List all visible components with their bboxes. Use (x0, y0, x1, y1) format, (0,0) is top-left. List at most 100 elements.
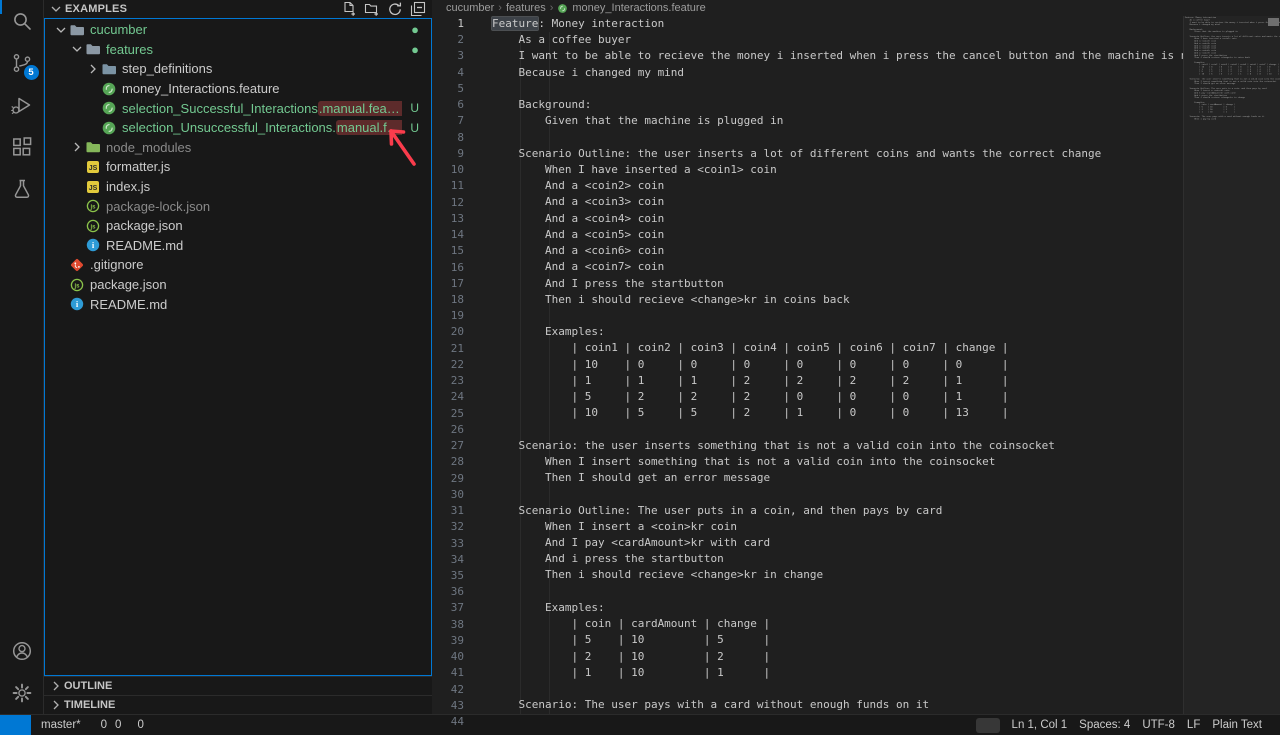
chevron-right-icon (85, 61, 101, 77)
code-line: And a <coin2> coin (492, 178, 1183, 194)
code-line: Because i changed my mind (492, 65, 1183, 81)
tree-item-index-js[interactable]: JSindex.js (45, 177, 431, 197)
file-tree: cucumber●features●step_definitionsmoney_… (44, 18, 432, 676)
tree-item-cucumber[interactable]: cucumber● (45, 20, 431, 40)
editor-group: cucumber › features › money_Interactions… (432, 0, 1280, 714)
indentation-setting[interactable]: Spaces: 4 (1073, 715, 1136, 735)
code-line (492, 421, 1183, 437)
tree-item-package-json[interactable]: jspackage.json (45, 275, 431, 295)
tree-item-label: cucumber (90, 22, 147, 37)
branch-name: master* (41, 719, 81, 731)
code-line: Then i should recieve <change>kr in coin… (492, 292, 1183, 308)
problems-status[interactable]: 0 0 (91, 715, 128, 735)
line-number: 35 (432, 568, 464, 584)
refresh-icon[interactable] (387, 1, 403, 17)
code-line: When I insert a <coin>kr coin (492, 519, 1183, 535)
activity-bar-bottom (0, 630, 44, 714)
breadcrumb-separator-icon: › (550, 2, 554, 14)
notifications-bell[interactable] (1268, 715, 1280, 735)
code-line (492, 130, 1183, 146)
line-number-gutter: 1234567891011121314151617181920212223242… (432, 16, 480, 714)
breadcrumb-item-folder[interactable]: cucumber (446, 2, 494, 14)
tree-item-features[interactable]: features● (45, 40, 431, 60)
new-folder-icon[interactable] (364, 1, 380, 17)
tree-item-label: .gitignore (90, 257, 143, 272)
line-number: 3 (432, 48, 464, 64)
tree-item-money-interactions-feature[interactable]: money_Interactions.feature (45, 79, 431, 99)
indent-spacer (69, 179, 85, 195)
explorer-section-header[interactable]: EXAMPLES (44, 0, 432, 18)
minimap[interactable]: Feature: Money interaction As a coffee b… (1183, 16, 1280, 714)
git-icon (69, 257, 85, 273)
cucumber-icon (101, 100, 117, 116)
line-number: 18 (432, 292, 464, 308)
activity-item-search[interactable] (0, 0, 44, 42)
line-number: 44 (432, 714, 464, 730)
code-line: | 2 | 10 | 2 | (492, 649, 1183, 665)
tree-item-step-definitions[interactable]: step_definitions (45, 59, 431, 79)
activity-item-source-control[interactable]: 5 (0, 42, 44, 84)
line-number: 42 (432, 682, 464, 698)
code-content[interactable]: Feature: Money interaction As a coffee b… (480, 16, 1183, 714)
chevron-right-icon (48, 678, 64, 694)
activity-bar: 5 (0, 0, 44, 714)
status-bar: master* 0 0 0 Ln 1, Col 1 Spaces: 4 UTF-… (0, 714, 1280, 735)
code-line: | 1 | 1 | 1 | 2 | 2 | 2 | 2 | 1 | (492, 373, 1183, 389)
new-file-icon[interactable] (341, 1, 357, 17)
line-number: 11 (432, 178, 464, 194)
ports-status[interactable]: 0 (127, 715, 149, 735)
line-number: 22 (432, 357, 464, 373)
code-line: Then I should get an error message (492, 470, 1183, 486)
eol-setting[interactable]: LF (1181, 715, 1206, 735)
chevron-right-icon (69, 139, 85, 155)
cursor-position[interactable]: Ln 1, Col 1 (1006, 715, 1074, 735)
scrollbar-thumb[interactable] (1268, 18, 1279, 26)
tree-item-formatter-js[interactable]: JSformatter.js (45, 157, 431, 177)
tree-item-package-lock-json[interactable]: jspackage-lock.json (45, 196, 431, 216)
tree-item-label: README.md (106, 238, 183, 253)
scm-badge: 5 (24, 65, 39, 80)
breadcrumb[interactable]: cucumber › features › money_Interactions… (432, 0, 1280, 16)
tree-item-readme-md[interactable]: iREADME.md (45, 294, 431, 314)
line-number: 16 (432, 260, 464, 276)
folder-icon (101, 61, 117, 77)
tree-item-selection-successful-interactions[interactable]: selection_Successful_Interactions.manual… (45, 98, 431, 118)
git-branch-status[interactable]: master* (31, 715, 91, 735)
code-line: | coin | cardAmount | change | (492, 616, 1183, 632)
remote-indicator[interactable] (0, 715, 31, 735)
tree-item-selection-unsuccessful-interactions-[interactable]: selection_Unsuccessful_Interactions.manu… (45, 118, 431, 138)
encoding-setting[interactable]: UTF-8 (1136, 715, 1181, 735)
tree-item--gitignore[interactable]: .gitignore (45, 255, 431, 275)
code-line: And I press the startbutton (492, 276, 1183, 292)
line-number: 20 (432, 324, 464, 340)
cucumber-file-icon (557, 3, 568, 14)
activity-item-extensions[interactable] (0, 126, 44, 168)
activity-item-accounts[interactable] (0, 630, 44, 672)
indent-spacer (69, 237, 85, 253)
code-viewport[interactable]: Feature: Money interaction As a coffee b… (480, 16, 1183, 714)
tree-item-readme-md[interactable]: iREADME.md (45, 236, 431, 256)
ports-count: 0 (137, 719, 143, 731)
js-icon: JS (85, 159, 101, 175)
code-line: | 5 | 10 | 5 | (492, 632, 1183, 648)
activity-item-testing[interactable] (0, 168, 44, 210)
activity-item-run-debug[interactable] (0, 84, 44, 126)
node-icon: js (85, 218, 101, 234)
tree-item-node-modules[interactable]: node_modules (45, 138, 431, 158)
info-icon: i (69, 296, 85, 312)
line-number: 31 (432, 503, 464, 519)
breadcrumb-item-folder[interactable]: features (506, 2, 546, 14)
line-number: 38 (432, 617, 464, 633)
breadcrumb-item-file[interactable]: money_Interactions.feature (572, 2, 705, 14)
activity-bar-top: 5 (0, 0, 44, 210)
code-line: Then i should recieve <change>kr in chan… (492, 567, 1183, 583)
activity-item-settings[interactable] (0, 672, 44, 714)
language-mode[interactable]: Plain Text (1206, 715, 1268, 735)
collapse-all-icon[interactable] (410, 1, 426, 17)
tree-item-package-json[interactable]: jspackage.json (45, 216, 431, 236)
outline-section-header[interactable]: OUTLINE (44, 676, 432, 695)
timeline-section-header[interactable]: TIMELINE (44, 695, 432, 714)
line-number: 26 (432, 422, 464, 438)
code-line: | 10 | 5 | 5 | 2 | 1 | 0 | 0 | 13 | (492, 405, 1183, 421)
zoom-status-button[interactable] (976, 718, 1000, 733)
